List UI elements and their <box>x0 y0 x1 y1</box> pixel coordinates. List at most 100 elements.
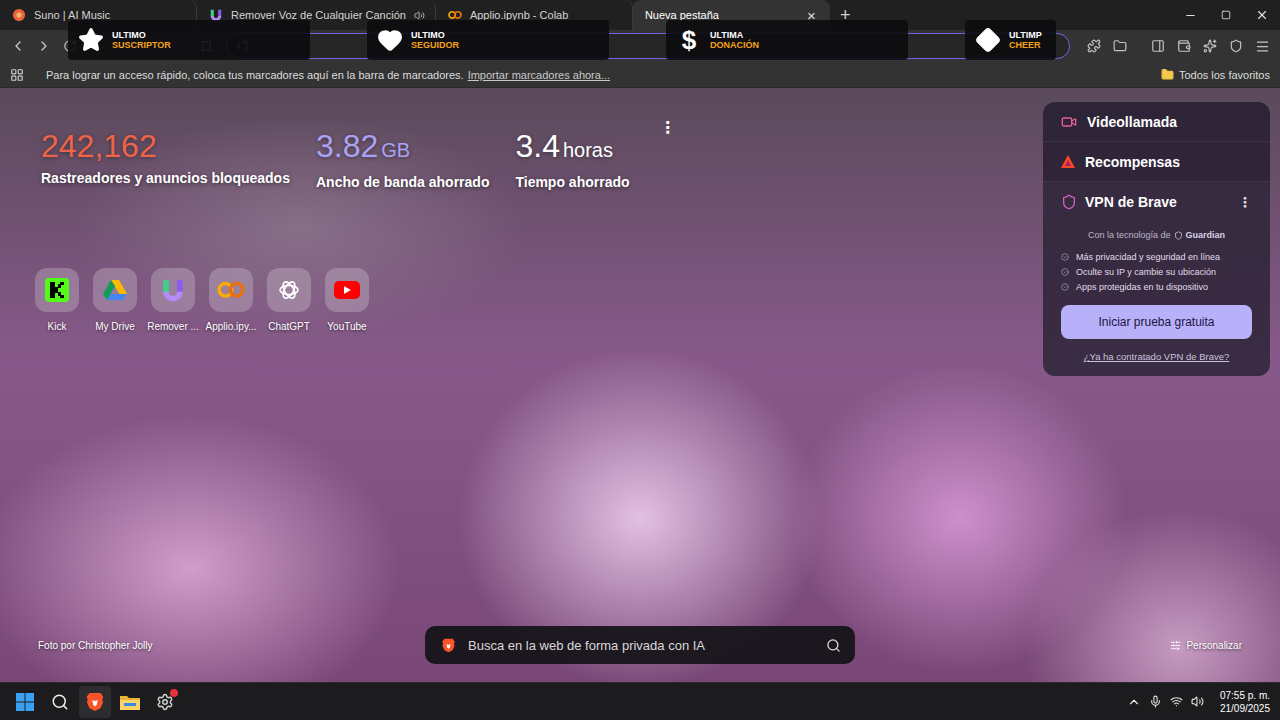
already-subscribed-link[interactable]: ¿Ya ha contratado VPN de Brave? <box>1061 351 1252 362</box>
forward-button[interactable] <box>32 34 56 58</box>
shortcut[interactable]: Applio.ipy... <box>202 268 260 332</box>
start-button[interactable] <box>9 686 41 718</box>
shortcut[interactable]: ChatGPT <box>260 268 318 332</box>
search-bar[interactable]: Busca en la web de forma privada con IA <box>425 626 855 664</box>
stat-label: Rastreadores y anuncios bloqueados <box>41 170 290 186</box>
forward-icon <box>36 38 52 54</box>
alert-subtitle: DONACIÓN <box>710 40 759 50</box>
shortcut-tile <box>267 268 311 312</box>
wallet-icon <box>1177 39 1191 53</box>
sparkles-icon <box>1203 39 1217 53</box>
wallet-button[interactable] <box>1172 34 1196 58</box>
vpn-feature: Apps protegidas en tu dispositivo <box>1061 282 1252 292</box>
alert-title: ULTIMA <box>710 30 759 40</box>
photo-credit[interactable]: Foto por Christopher Jolly <box>38 640 153 651</box>
alert-subtitle: CHEER <box>1009 40 1042 50</box>
vpn-menu-button[interactable]: ⋮ <box>1238 194 1252 210</box>
page-footer: Foto por Christopher Jolly Busca en la we… <box>0 626 1280 682</box>
maximize-button[interactable] <box>1208 0 1244 30</box>
taskbar-search-button[interactable] <box>44 686 76 718</box>
system-tray: 07:55 p. m.21/09/2025 <box>1127 689 1270 715</box>
back-button[interactable] <box>6 34 30 58</box>
panel-item[interactable]: Recompensas <box>1043 142 1270 182</box>
taskbar-explorer-button[interactable] <box>114 686 146 718</box>
shortcut[interactable]: Kick <box>28 268 86 332</box>
clock[interactable]: 07:55 p. m.21/09/2025 <box>1220 689 1270 715</box>
guardian-icon <box>1174 231 1183 240</box>
folder-icon <box>1161 68 1174 81</box>
apps-icon[interactable] <box>10 68 24 82</box>
stat-value: 3.4horas <box>515 128 629 168</box>
sliders-icon <box>1170 640 1181 651</box>
panel-item[interactable]: Videollamada <box>1043 102 1270 142</box>
stat-value: 242,162 <box>41 128 290 164</box>
side-panel: VideollamadaRecompensasVPN de Brave⋮Con … <box>1043 102 1270 376</box>
windows-start-icon <box>15 692 35 712</box>
search-placeholder: Busca en la web de forma privada con IA <box>468 638 814 653</box>
shortcut-tile <box>35 268 79 312</box>
alert-subtitle: SUSCRIPTOR <box>112 40 171 50</box>
taskbar-app-button[interactable] <box>149 686 181 718</box>
check-icon <box>1061 268 1069 276</box>
shortcut[interactable]: Remover ... <box>144 268 202 332</box>
video-call-icon <box>1061 114 1077 130</box>
customize-button[interactable]: Personalizar <box>1170 640 1242 651</box>
minimize-button[interactable] <box>1172 0 1208 30</box>
new-tab-page: 242,162 Rastreadores y anuncios bloqueado… <box>0 88 1280 682</box>
vpn-button[interactable] <box>1224 34 1248 58</box>
alert-title: ULTIMP <box>1009 30 1042 40</box>
stat-label: Ancho de banda ahorrado <box>316 174 489 190</box>
folder-icon <box>1113 39 1127 53</box>
stat-value: 3.82GB <box>316 128 489 168</box>
stream-alert: ULTIMOSEGUIDOR <box>367 20 609 60</box>
youtube-icon <box>334 281 360 299</box>
star-icon <box>78 27 104 53</box>
chevron-up-icon[interactable] <box>1127 695 1141 709</box>
menu-button[interactable] <box>1250 34 1274 58</box>
heart-icon <box>377 27 403 53</box>
sidebar-button[interactable] <box>1146 34 1170 58</box>
alert-title: ULTIMO <box>411 30 459 40</box>
shortcut-tile <box>325 268 369 312</box>
remover-icon <box>160 277 186 303</box>
shortcut-label: Remover ... <box>147 321 199 332</box>
leo-button[interactable] <box>1198 34 1222 58</box>
address-bar[interactable] <box>226 33 1070 59</box>
search-icon <box>826 638 841 653</box>
stats-menu-button[interactable]: ⋮ <box>656 118 680 137</box>
donation-icon: $ <box>676 25 702 56</box>
colab-icon <box>448 10 462 20</box>
all-favorites-button[interactable]: Todos los favoritos <box>1161 68 1270 81</box>
start-trial-button[interactable]: Iniciar prueba gratuita <box>1061 305 1252 339</box>
volume-icon[interactable] <box>1191 695 1204 708</box>
alert-title: ULTIMO <box>112 30 171 40</box>
check-icon <box>1061 253 1069 261</box>
chatgpt-icon <box>277 278 301 302</box>
check-icon <box>1061 283 1069 291</box>
minimize-icon <box>1184 9 1197 22</box>
tab-search-button[interactable] <box>1108 34 1132 58</box>
shield-icon <box>1229 39 1243 53</box>
bookmarks-message: Para lograr un acceso rápido, coloca tus… <box>46 69 464 81</box>
vpn-card: VPN de Brave⋮Con la tecnología deGuardia… <box>1043 182 1270 376</box>
toolbar-actions <box>1082 34 1274 58</box>
menu-icon <box>1255 39 1270 54</box>
import-bookmarks-link[interactable]: Importar marcadores ahora... <box>468 69 610 81</box>
powered-by: Con la tecnología deGuardian <box>1061 230 1252 240</box>
shortcut[interactable]: My Drive <box>86 268 144 332</box>
microphone-icon[interactable] <box>1149 695 1162 708</box>
shortcut-label: YouTube <box>327 321 366 332</box>
suno-icon <box>12 8 26 22</box>
extensions-button[interactable] <box>1082 34 1106 58</box>
taskbar-brave-button[interactable] <box>79 686 111 718</box>
shortcut-label: Kick <box>48 321 67 332</box>
back-icon <box>10 38 26 54</box>
file-explorer-icon <box>119 692 141 712</box>
shortcut[interactable]: YouTube <box>318 268 376 332</box>
close-button[interactable] <box>1244 0 1280 30</box>
stats-row: 242,162 Rastreadores y anuncios bloqueado… <box>41 128 680 190</box>
wifi-icon[interactable] <box>1170 695 1183 708</box>
maximize-icon <box>1221 10 1231 20</box>
stream-alert: ULTIMPCHEER <box>965 20 1056 60</box>
stat-label: Tiempo ahorrado <box>515 174 629 190</box>
